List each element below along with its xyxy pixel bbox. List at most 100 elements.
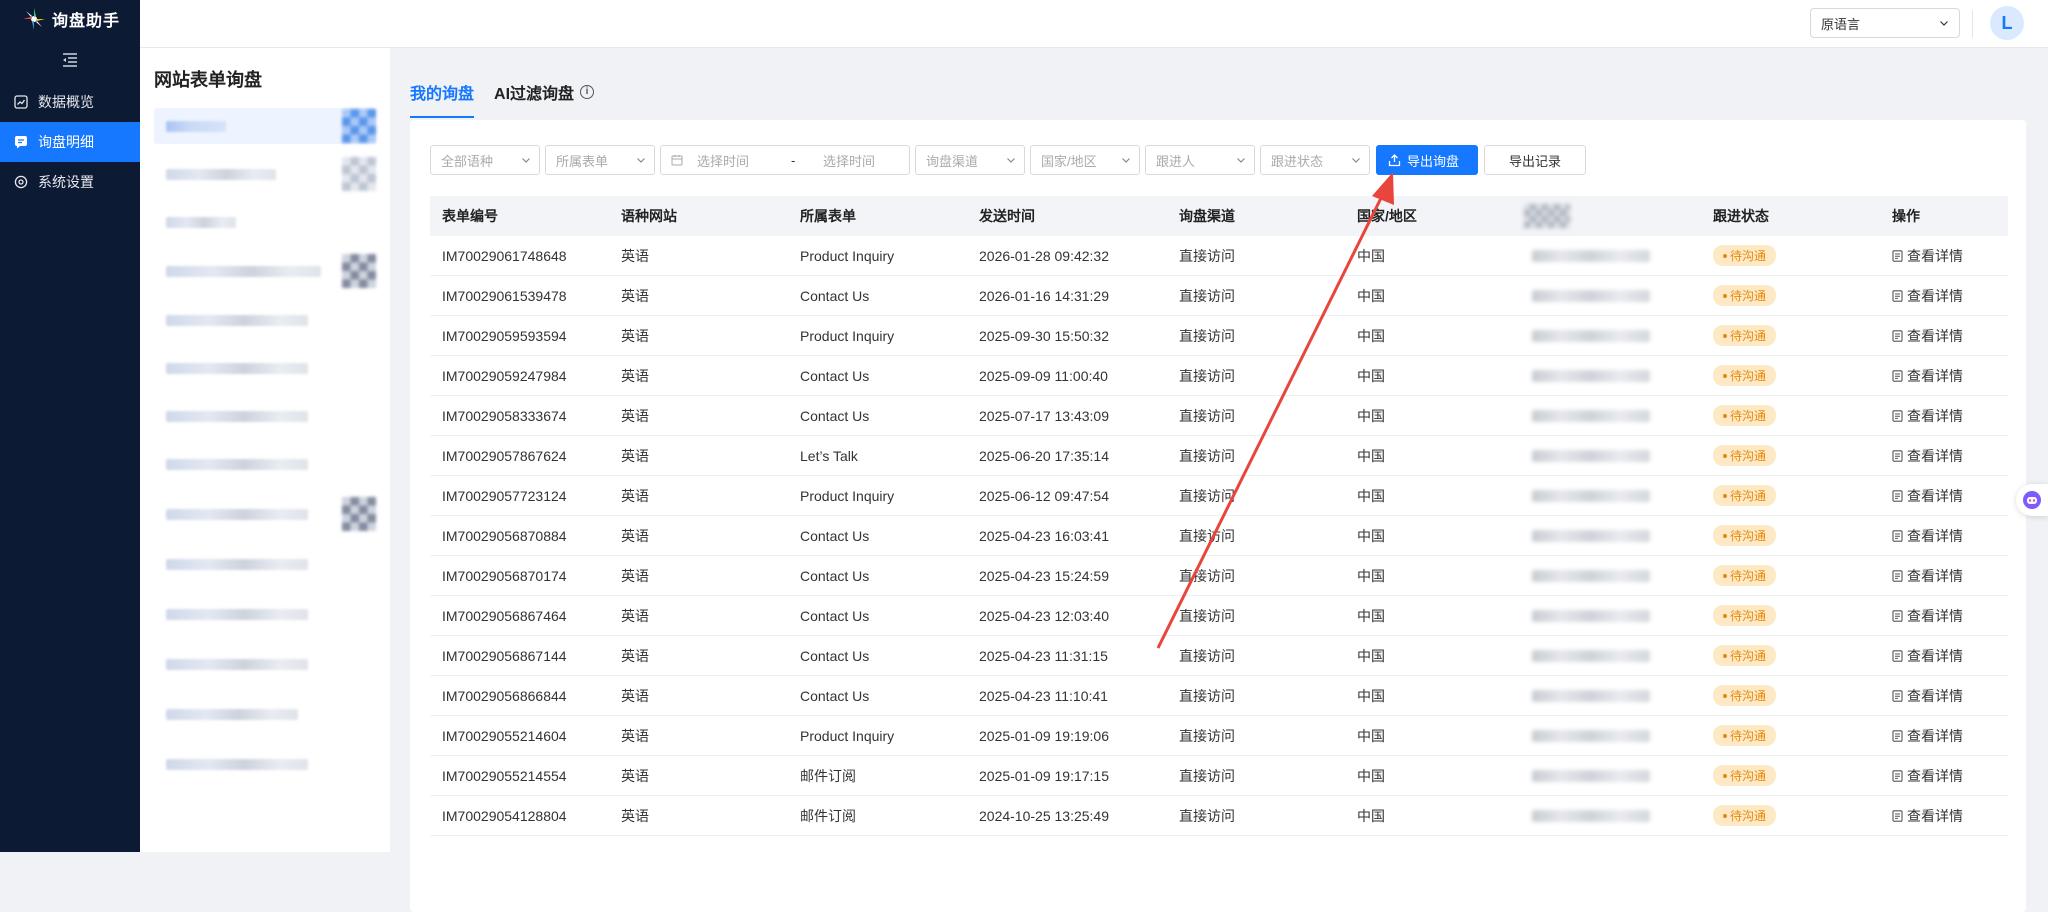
redacted-text <box>166 266 321 277</box>
redacted-text <box>166 509 308 520</box>
view-details-link[interactable]: 查看详情 <box>1892 526 1963 546</box>
table-cell: IM70029054128804 <box>442 807 567 824</box>
table-cell: 直接访问 <box>1179 527 1235 544</box>
action-cell: 查看详情 <box>1880 396 2008 435</box>
view-details-link[interactable]: 查看详情 <box>1892 566 1963 586</box>
avatar[interactable]: L <box>1990 6 2024 40</box>
form-filter-value: 所属表单 <box>556 153 609 169</box>
table-row[interactable]: IM70029055214554 英语 邮件订阅 2025-01-09 19:17:1… <box>430 756 2008 796</box>
export-inquiries-button[interactable]: 导出询盘 <box>1376 145 1478 175</box>
site-list-item[interactable] <box>154 596 376 632</box>
form-filter[interactable]: 所属表单 <box>545 145 655 175</box>
site-list-item[interactable] <box>154 646 376 682</box>
site-list-item[interactable] <box>154 302 376 338</box>
site-list-item[interactable] <box>154 746 376 782</box>
view-details-link[interactable]: 查看详情 <box>1892 606 1963 626</box>
status-badge: 待沟通 <box>1713 245 1777 266</box>
view-details-link[interactable]: 查看详情 <box>1892 806 1963 826</box>
table-row[interactable]: IM70029061539478 英语 Contact Us 2026-01-16 1… <box>430 276 2008 316</box>
table-row[interactable]: IM70029059247984 英语 Contact Us 2025-09-09 1… <box>430 356 2008 396</box>
table-row[interactable]: IM70029056870884 英语 Contact Us 2025-04-23 1… <box>430 516 2008 556</box>
app-logo[interactable]: 询盘助手 <box>0 0 140 38</box>
info-icon[interactable]: i <box>580 85 595 99</box>
table-row[interactable]: IM70029054128804 英语 邮件订阅 2024-10-25 13:25:4… <box>430 796 2008 836</box>
table-row[interactable]: IM70029056870174 英语 Contact Us 2025-04-23 1… <box>430 556 2008 596</box>
action-cell: 查看详情 <box>1880 796 2008 835</box>
view-details-link[interactable]: 查看详情 <box>1892 686 1963 706</box>
country-filter[interactable]: 国家/地区 <box>1030 145 1140 175</box>
date-range-picker[interactable]: 选择时间 - 选择时间 <box>660 145 910 175</box>
site-list-item[interactable] <box>154 446 376 482</box>
status-label: 待沟通 <box>1730 689 1767 703</box>
site-list-item[interactable] <box>154 496 376 532</box>
collapse-menu-button[interactable] <box>0 38 140 82</box>
status-cell: 待沟通 <box>1701 276 1880 315</box>
view-details-link[interactable]: 查看详情 <box>1892 246 1963 266</box>
status-badge: 待沟通 <box>1713 365 1777 386</box>
channel-filter[interactable]: 询盘渠道 <box>915 145 1025 175</box>
table-cell: Contact Us <box>800 687 870 704</box>
view-details-link[interactable]: 查看详情 <box>1892 286 1963 306</box>
site-list-item[interactable] <box>154 204 376 240</box>
view-details-link[interactable]: 查看详情 <box>1892 726 1963 746</box>
site-list-item[interactable] <box>154 696 376 732</box>
table-body: IM70029061748648 英语 Product Inquiry 2026-01… <box>430 236 2008 836</box>
site-list-item[interactable] <box>154 156 376 192</box>
redacted-text <box>1532 690 1650 702</box>
status-cell: 待沟通 <box>1701 796 1880 835</box>
assistant-float-button[interactable] <box>2016 484 2048 516</box>
table-cell-redacted <box>1518 796 1701 835</box>
view-details-link[interactable]: 查看详情 <box>1892 486 1963 506</box>
view-details-link[interactable]: 查看详情 <box>1892 766 1963 786</box>
status-filter[interactable]: 跟进状态 <box>1260 145 1370 175</box>
view-details-link[interactable]: 查看详情 <box>1892 406 1963 426</box>
tab-ai-filtered[interactable]: AI过滤询盘 i <box>494 76 595 116</box>
view-details-label: 查看详情 <box>1907 527 1963 544</box>
view-details-link[interactable]: 查看详情 <box>1892 326 1963 346</box>
table-row[interactable]: IM70029058333674 英语 Contact Us 2025-07-17 1… <box>430 396 2008 436</box>
status-label: 待沟通 <box>1730 649 1767 663</box>
table-cell: 英语 <box>621 247 649 264</box>
table-row[interactable]: IM70029055214604 英语 Product Inquiry 2025-01… <box>430 716 2008 756</box>
table-cell: IM70029061539478 <box>442 287 567 304</box>
language-select[interactable]: 原语言 <box>1810 8 1960 38</box>
view-details-link[interactable]: 查看详情 <box>1892 646 1963 666</box>
table-row[interactable]: IM70029056867464 英语 Contact Us 2025-04-23 1… <box>430 596 2008 636</box>
table-row[interactable]: IM70029061748648 英语 Product Inquiry 2026-01… <box>430 236 2008 276</box>
status-dot-icon <box>1723 533 1727 538</box>
view-details-link[interactable]: 查看详情 <box>1892 446 1963 466</box>
table-cell: IM70029059247984 <box>442 367 567 384</box>
tab-my-inquiries[interactable]: 我的询盘 <box>410 76 475 118</box>
table-cell: 直接访问 <box>1179 767 1235 784</box>
table-cell: 英语 <box>621 567 649 584</box>
table-cell: 2026-01-28 09:42:32 <box>979 247 1109 264</box>
nav-item-inquiry-detail[interactable]: 询盘明细 <box>0 122 140 162</box>
table-row[interactable]: IM70029056867144 英语 Contact Us 2025-04-23 1… <box>430 636 2008 676</box>
site-list-item[interactable] <box>154 108 376 144</box>
status-badge: 待沟通 <box>1713 565 1777 586</box>
export-button-label: 导出询盘 <box>1407 153 1460 169</box>
view-details-link[interactable]: 查看详情 <box>1892 366 1963 386</box>
table-cell: 直接访问 <box>1179 327 1235 344</box>
site-list-item[interactable] <box>154 253 376 289</box>
table-row[interactable]: IM70029059593594 英语 Product Inquiry 2025-09… <box>430 316 2008 356</box>
site-list-item[interactable] <box>154 350 376 386</box>
table-cell-redacted <box>1518 636 1701 675</box>
follower-filter[interactable]: 跟进人 <box>1145 145 1255 175</box>
table-row[interactable]: IM70029056866844 英语 Contact Us 2025-04-23 1… <box>430 676 2008 716</box>
export-records-button[interactable]: 导出记录 <box>1484 145 1586 175</box>
table-row[interactable]: IM70029057867624 英语 Let’s Talk 2025-06-20 1… <box>430 436 2008 476</box>
status-dot-icon <box>1723 333 1727 338</box>
status-badge: 待沟通 <box>1713 525 1777 546</box>
nav-item-overview[interactable]: 数据概览 <box>0 82 140 122</box>
date-end-input[interactable]: 选择时间 <box>823 151 875 170</box>
table-row[interactable]: IM70029057723124 英语 Product Inquiry 2025-06… <box>430 476 2008 516</box>
menu-fold-icon <box>63 53 77 67</box>
site-list-item[interactable] <box>154 398 376 434</box>
redacted-text <box>1532 370 1650 382</box>
table-cell: IM70029056870884 <box>442 527 567 544</box>
nav-item-settings[interactable]: 系统设置 <box>0 162 140 202</box>
language-filter[interactable]: 全部语种 <box>430 145 540 175</box>
site-list-item[interactable] <box>154 546 376 582</box>
date-start-input[interactable]: 选择时间 <box>697 151 777 170</box>
